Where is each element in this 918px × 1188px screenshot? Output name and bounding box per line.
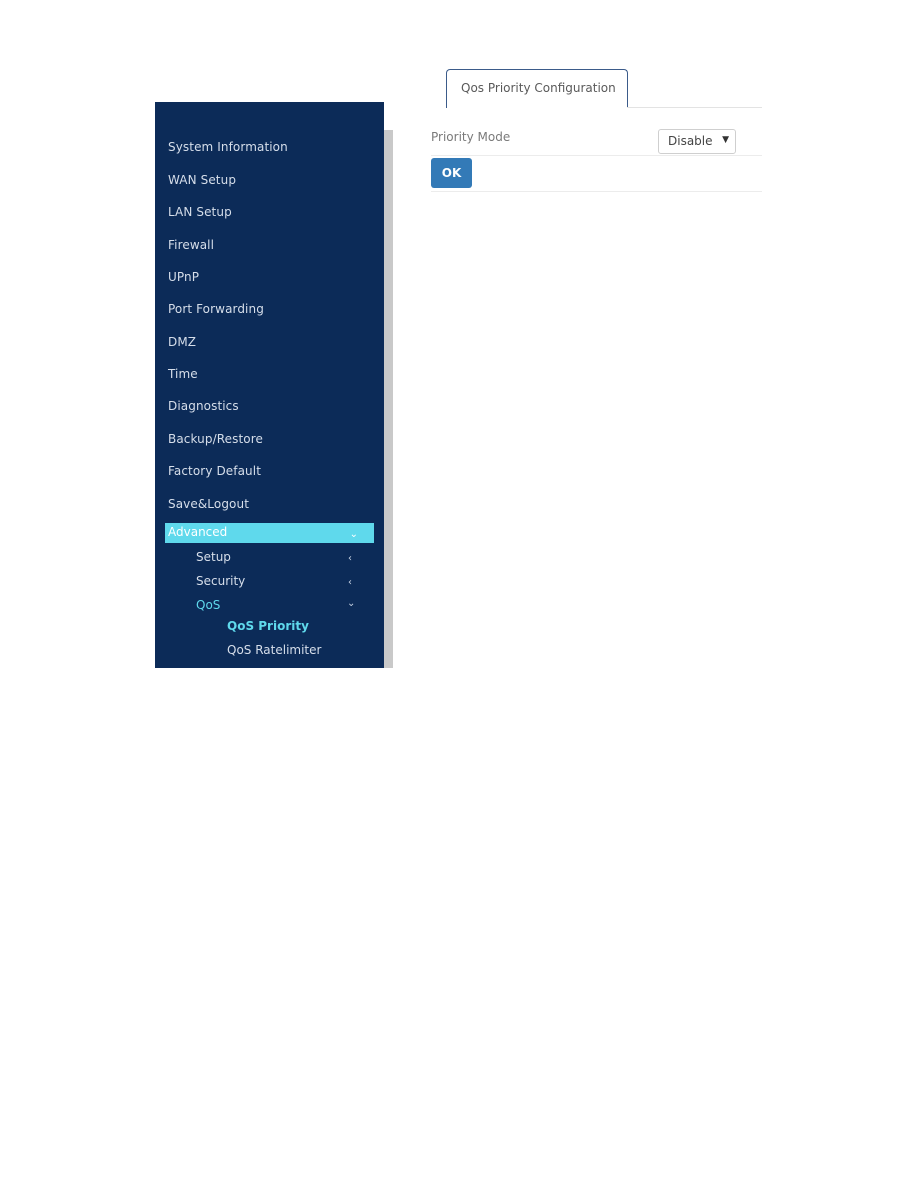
priority-mode-select[interactable]: Disable ▼ (658, 129, 736, 154)
sidebar-scrollbar[interactable] (384, 130, 393, 668)
sidebar-item-diagnostics[interactable]: Diagnostics (168, 399, 239, 413)
tab-bar-divider (627, 107, 762, 108)
chevron-down-icon: ⌄ (349, 529, 358, 540)
sidebar-item-factory-default[interactable]: Factory Default (168, 464, 261, 478)
sidebar-subitem-qos-ratelimiter[interactable]: QoS Ratelimiter (227, 643, 321, 657)
row-divider (431, 191, 762, 192)
chevron-down-icon: ⌄ (347, 598, 356, 609)
sidebar-item-save-logout[interactable]: Save&Logout (168, 497, 249, 511)
sidebar-item-dmz[interactable]: DMZ (168, 335, 196, 349)
sidebar-item-lan-setup[interactable]: LAN Setup (168, 205, 232, 219)
sidebar-subitem-qos-priority[interactable]: QoS Priority (227, 619, 309, 633)
row-divider (431, 155, 762, 156)
priority-mode-label: Priority Mode (431, 130, 511, 144)
sidebar-item-firewall[interactable]: Firewall (168, 238, 214, 252)
chevron-left-icon: ‹ (348, 553, 352, 564)
sidebar-subitem-security-label: Security (196, 574, 246, 588)
sidebar-item-advanced[interactable]: Advanced ⌄ (165, 523, 374, 543)
sidebar-subitem-qos-label: QoS (196, 598, 221, 612)
sidebar-subitem-setup[interactable]: Setup (196, 550, 231, 564)
sidebar-item-port-forwarding[interactable]: Port Forwarding (168, 302, 264, 316)
tab-label: Qos Priority Configuration (461, 81, 616, 95)
sidebar-item-backup-restore[interactable]: Backup/Restore (168, 432, 263, 446)
sidebar-subitem-setup-label: Setup (196, 550, 231, 564)
chevron-left-icon: ‹ (348, 577, 352, 588)
sidebar-item-system-information[interactable]: System Information (168, 140, 288, 154)
sidebar-item-upnp[interactable]: UPnP (168, 270, 199, 284)
sidebar-item-wan-setup[interactable]: WAN Setup (168, 173, 236, 187)
sidebar-subitem-qos[interactable]: QoS (196, 598, 220, 612)
sidebar-item-time[interactable]: Time (168, 367, 198, 381)
priority-mode-value: Disable (668, 134, 713, 148)
dropdown-arrow-icon: ▼ (722, 135, 729, 145)
sidebar-nav: System Information WAN Setup LAN Setup F… (155, 102, 384, 668)
tab-qos-priority-configuration[interactable]: Qos Priority Configuration (446, 69, 628, 108)
sidebar-subitem-security[interactable]: Security (196, 574, 245, 588)
ok-button[interactable]: OK (431, 158, 472, 188)
sidebar-item-advanced-label: Advanced (168, 525, 228, 539)
